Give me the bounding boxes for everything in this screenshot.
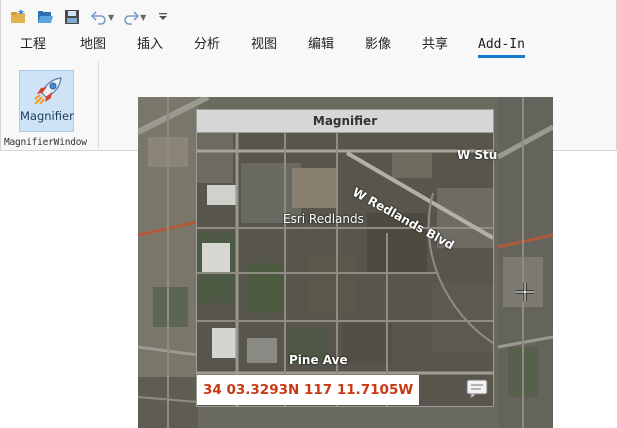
ribbon-group-magnifierwindow: Magnifier MagnifierWindow [1, 62, 99, 148]
tab-project[interactable]: 工程 [20, 36, 46, 54]
tab-share[interactable]: 共享 [422, 36, 448, 54]
place-label-esri: Esri Redlands [283, 212, 364, 226]
tab-analysis[interactable]: 分析 [194, 36, 220, 54]
magnifier-button[interactable]: Magnifier [19, 70, 74, 132]
customize-icon[interactable] [152, 8, 174, 26]
quick-access-toolbar: ▼ ▼ [7, 7, 179, 27]
undo-icon[interactable] [88, 8, 110, 26]
open-folder-icon[interactable] [34, 8, 56, 26]
tab-imagery[interactable]: 影像 [365, 36, 391, 54]
tab-edit[interactable]: 编辑 [308, 36, 334, 54]
magnifier-title[interactable]: Magnifier [197, 110, 493, 133]
street-label-pine: Pine Ave [289, 353, 348, 367]
crosshair-cursor-icon [516, 283, 534, 301]
redo-dropdown-icon[interactable]: ▼ [140, 13, 146, 22]
comment-icon[interactable] [466, 379, 488, 400]
undo-dropdown-icon[interactable]: ▼ [108, 13, 114, 22]
coordinate-readout: 34 03.3293N 117 11.7105W [197, 375, 420, 405]
save-icon[interactable] [61, 8, 83, 26]
street-label-w-stu: W Stu [457, 148, 498, 162]
group-label: MagnifierWindow [4, 137, 87, 148]
new-project-icon[interactable] [7, 8, 29, 26]
rocket-icon [34, 77, 62, 105]
tab-add-in[interactable]: Add-In [478, 36, 525, 58]
redo-icon[interactable] [120, 8, 142, 26]
tab-insert[interactable]: 插入 [137, 36, 163, 54]
magnifier-button-label: Magnifier [20, 109, 74, 123]
tab-view[interactable]: 视图 [251, 36, 277, 54]
tab-map[interactable]: 地图 [80, 36, 106, 54]
